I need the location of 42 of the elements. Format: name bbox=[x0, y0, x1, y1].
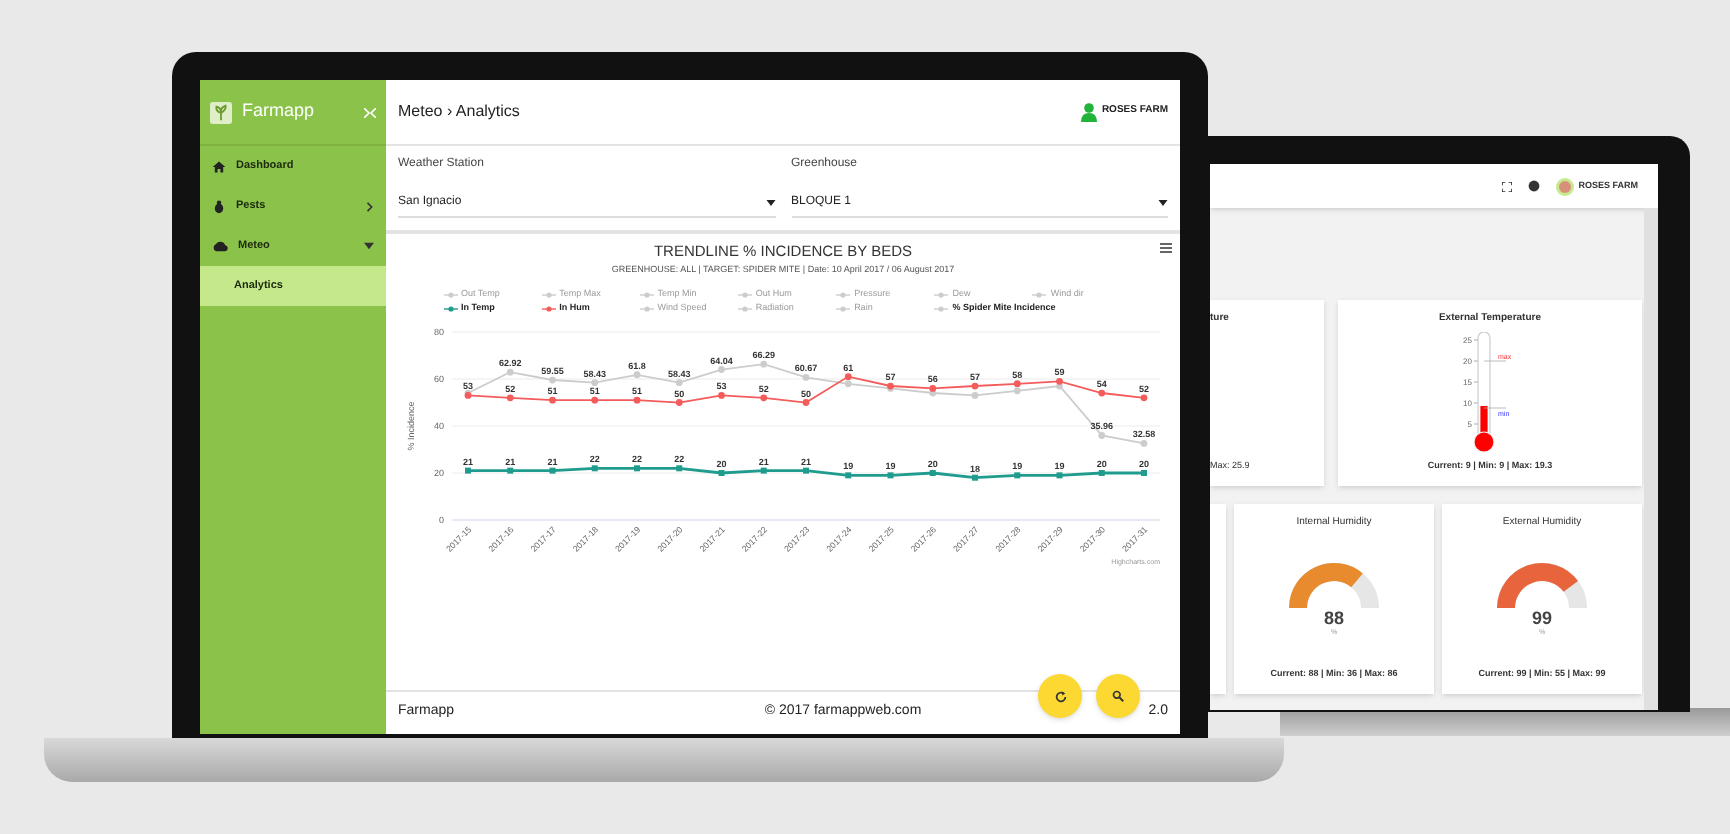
data-point bbox=[801, 373, 809, 380]
legend-marker-icon bbox=[836, 291, 851, 298]
caret-icon bbox=[1158, 200, 1168, 206]
legend-marker-icon bbox=[639, 291, 654, 298]
data-point bbox=[505, 367, 513, 375]
legend-marker-icon bbox=[836, 305, 851, 312]
home-icon bbox=[212, 159, 226, 173]
legend-marker-icon bbox=[443, 291, 457, 298]
scrollbar[interactable] bbox=[1644, 208, 1658, 710]
legend-marker-icon bbox=[934, 291, 949, 298]
data-point bbox=[632, 370, 640, 378]
bug-icon bbox=[212, 199, 226, 213]
legend-marker-icon bbox=[443, 305, 457, 312]
search-icon bbox=[1112, 690, 1124, 702]
fullscreen-icon[interactable] bbox=[1502, 181, 1513, 191]
legend-marker-icon bbox=[1032, 291, 1047, 298]
app-brand: Farmapp bbox=[242, 98, 317, 125]
data-point bbox=[1097, 431, 1105, 438]
data-point bbox=[590, 378, 598, 386]
legend-marker-icon bbox=[639, 305, 654, 312]
legend-marker-icon bbox=[934, 305, 949, 312]
gauge-value: 99 bbox=[1531, 609, 1552, 628]
legend-marker-icon bbox=[737, 305, 752, 312]
globe-icon[interactable] bbox=[1528, 180, 1541, 192]
caret-icon bbox=[765, 200, 775, 206]
refresh-button[interactable] bbox=[1038, 674, 1082, 718]
data-point bbox=[674, 378, 682, 386]
user-icon[interactable] bbox=[1079, 102, 1098, 122]
data-point bbox=[548, 375, 555, 383]
legend-marker-icon bbox=[541, 305, 556, 312]
legend-marker-icon bbox=[541, 291, 556, 298]
data-point bbox=[717, 391, 724, 398]
menu-icon[interactable] bbox=[1160, 242, 1172, 254]
search-button[interactable] bbox=[1096, 674, 1140, 718]
cloud-icon bbox=[212, 240, 228, 252]
logo-icon bbox=[210, 101, 232, 123]
breadcrumb: Meteo › Analytics bbox=[398, 100, 522, 124]
gauge-value: 88 bbox=[1323, 609, 1344, 628]
legend-marker-icon bbox=[737, 291, 752, 298]
refresh-icon bbox=[1053, 689, 1067, 703]
data-point bbox=[1097, 388, 1105, 396]
avatar-icon[interactable] bbox=[1556, 177, 1575, 195]
